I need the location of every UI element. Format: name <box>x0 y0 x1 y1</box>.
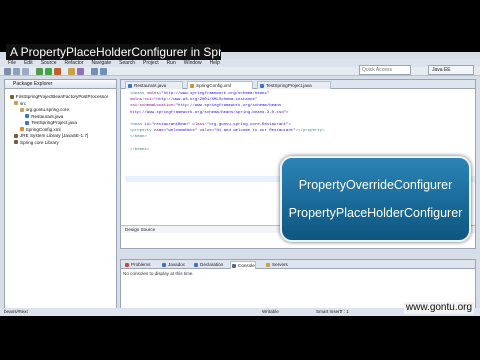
code-line: xmlns:xsi="http://www.w3.org/2001/XMLSch… <box>130 98 258 103</box>
video-letterbox-top <box>0 0 480 46</box>
menu-item-help[interactable]: Help <box>210 59 220 67</box>
tree-item[interactable]: Restaurant.java <box>25 114 63 120</box>
overlay-line-override: PropertyOverrideConfigurer <box>298 178 453 192</box>
code-line: xsi:schemaLocation="http://www.springfra… <box>130 104 282 109</box>
tab-javadoc[interactable]: Javadoc <box>161 261 185 269</box>
servers-icon <box>266 263 270 267</box>
tree-node-icon <box>14 101 18 106</box>
tree-item-label: Restaurant.java <box>31 113 64 119</box>
editor-tab-label: TestSpringProject.java <box>266 83 312 88</box>
tree-item-label: JRE System Library [JavaSE-1.7] <box>20 133 89 138</box>
menu-item-project[interactable]: Project <box>143 59 159 67</box>
menu-item-source[interactable]: Source <box>41 59 57 67</box>
open-type-icon[interactable] <box>68 68 75 75</box>
editor-tab[interactable]: TestSpringProject.java <box>257 81 331 89</box>
run-icon[interactable] <box>45 68 52 75</box>
search-tool-icon[interactable] <box>77 68 84 75</box>
tree-item[interactable]: src <box>14 101 26 107</box>
console-tab-label: Console <box>238 263 255 268</box>
debug-icon[interactable] <box>36 68 43 75</box>
code-line: </bean> <box>130 135 147 140</box>
package-explorer-panel: Package Explorer FirstSpringProjectBeanF… <box>4 79 117 313</box>
editor-tab-row: Restaurant.java SpringConfig.xml TestSprin… <box>121 80 475 89</box>
video-title-caption: A PropertyPlaceHolderConfigurer in Sprin… <box>6 44 221 60</box>
tree-item-label: TestSpringProject.java <box>31 120 77 125</box>
topic-overlay-card: PropertyOverrideConfigurer PropertyPlace… <box>280 156 471 242</box>
status-position: 7 : 1 <box>340 309 349 314</box>
tree-node-icon <box>25 114 30 119</box>
tree-item-label: SpringConfig.xml <box>25 126 61 132</box>
code-line: http://www.springframework.org/schema/be… <box>130 110 289 115</box>
tree-node-icon <box>9 94 14 99</box>
video-letterbox-bottom <box>0 316 480 360</box>
menu-item-run[interactable]: Run <box>167 59 176 67</box>
status-mode: Writable <box>262 309 279 314</box>
console-tab-label: Declaration <box>200 262 224 267</box>
status-path: beans/#text <box>4 309 28 314</box>
tree-item-label: org.gontu.spring.core <box>25 107 70 112</box>
console-icon <box>232 264 236 268</box>
declaration-icon <box>194 263 198 267</box>
editor-tab-label: Restaurant.java <box>134 83 167 88</box>
tree-item-label: src <box>20 100 27 106</box>
code-line: </beans> <box>130 147 150 152</box>
java-file-icon <box>260 84 264 88</box>
tab-problems[interactable]: Problems <box>124 261 150 269</box>
menu-item-refactor[interactable]: Refactor <box>65 59 84 67</box>
console-tab-row: Problems Javadoc Declaration Console Servers <box>121 260 475 269</box>
tree-item-label: Spring core Library <box>20 139 59 145</box>
code-line: <beans xmlns="http://www.springframework… <box>130 92 270 96</box>
new-icon[interactable] <box>4 68 11 75</box>
tree-item[interactable]: Spring core Library <box>14 140 59 146</box>
tree-node-icon <box>25 120 30 125</box>
status-insert: Smart Insert <box>316 309 342 314</box>
tree-item[interactable]: SpringConfig.xml <box>19 126 61 133</box>
back-icon[interactable] <box>91 68 98 75</box>
editor-tab[interactable]: Restaurant.java <box>125 81 183 89</box>
tree-item[interactable]: TestSpringProject.java <box>25 120 77 126</box>
editor-tab-label: SpringConfig.xml <box>196 83 231 88</box>
xml-file-icon <box>190 84 194 88</box>
overlay-line-placeholder: PropertyPlaceHolderConfigurer <box>288 206 463 220</box>
package-explorer-tab[interactable]: Package Explorer <box>5 80 116 89</box>
quick-access-input[interactable]: Quick Access <box>359 65 411 75</box>
tree-item[interactable]: FirstSpringProjectBeanFactoryPostProcess… <box>9 94 109 100</box>
external-tools-icon[interactable] <box>54 68 61 75</box>
console-tab-label: Problems <box>131 262 151 267</box>
tree-node-icon <box>14 140 18 145</box>
problems-icon <box>125 263 129 267</box>
tree-node-icon <box>19 107 24 112</box>
menu-item-navigate[interactable]: Navigate <box>91 59 111 67</box>
menu-item-edit[interactable]: Edit <box>24 59 33 67</box>
tree-item[interactable]: org.gontu.spring.core <box>19 107 70 113</box>
print-icon[interactable] <box>22 68 29 75</box>
menu-item-window[interactable]: Window <box>184 59 202 67</box>
tree-item[interactable]: JRE System Library [JavaSE-1.7] <box>14 133 88 139</box>
save-icon[interactable] <box>13 68 20 75</box>
tab-declaration[interactable]: Declaration <box>193 261 223 269</box>
tree-item-label: FirstSpringProjectBeanFactoryPostProcess… <box>15 94 109 99</box>
perspective-java-ee-button[interactable]: Java EE <box>428 65 474 75</box>
console-message: No consoles to display at this time. <box>123 271 194 276</box>
menu-item-search[interactable]: Search <box>119 59 135 67</box>
tree-node-icon <box>19 127 24 132</box>
editor-tab[interactable]: SpringConfig.xml <box>187 81 253 89</box>
console-tab-label: Javadoc <box>168 262 186 267</box>
java-file-icon <box>128 84 132 88</box>
tab-servers[interactable]: Servers <box>265 261 288 269</box>
javadoc-icon <box>162 263 166 267</box>
tab-console[interactable]: Console <box>230 261 256 269</box>
code-line: <property name="welcomeNote" value="Hi a… <box>130 129 325 134</box>
menu-item-file[interactable]: File <box>8 59 16 67</box>
forward-icon[interactable] <box>100 68 107 75</box>
console-tab-label: Servers <box>272 262 288 267</box>
design-source-label[interactable]: Design Source <box>121 227 155 232</box>
site-watermark: www.gontu.org <box>404 302 474 314</box>
code-line: <bean id="restaurantBean" class="org.gon… <box>130 123 291 127</box>
tree-node-icon <box>14 133 18 138</box>
